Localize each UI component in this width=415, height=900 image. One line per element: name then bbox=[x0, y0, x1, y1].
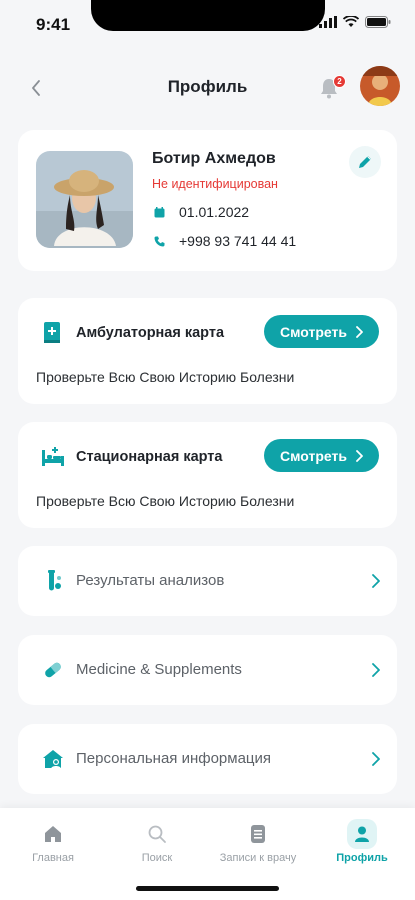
profile-photo-image bbox=[36, 151, 133, 248]
tab-profile[interactable]: Профиль bbox=[312, 819, 412, 864]
inpatient-card[interactable]: Стационарная карта Смотреть Проверьте Вс… bbox=[18, 422, 397, 528]
avatar[interactable] bbox=[360, 66, 400, 106]
user-home-icon bbox=[40, 746, 66, 772]
notification-badge: 2 bbox=[333, 75, 346, 88]
chevron-right-icon bbox=[369, 570, 383, 592]
view-button-label: Смотреть bbox=[280, 447, 347, 464]
home-indicator bbox=[136, 886, 279, 891]
active-tab-highlight bbox=[347, 819, 377, 849]
device-notch bbox=[91, 0, 325, 31]
clipboard-icon bbox=[251, 825, 265, 843]
phone-row: +998 93 741 44 41 bbox=[154, 233, 296, 249]
wifi-icon bbox=[343, 16, 359, 27]
lab-results-item[interactable]: Результаты анализов bbox=[18, 546, 397, 616]
battery-icon bbox=[365, 16, 391, 28]
tab-home[interactable]: Главная bbox=[3, 820, 103, 864]
profile-card: Ботир Ахмедов Не идентифицирован 01.01.2… bbox=[18, 130, 397, 271]
phone-number: +998 93 741 44 41 bbox=[179, 233, 297, 249]
tab-appointments[interactable]: Записи к врачу bbox=[208, 820, 308, 864]
phone-icon bbox=[154, 236, 165, 246]
birth-date-row: 01.01.2022 bbox=[154, 204, 249, 220]
medicine-supplements-item[interactable]: Medicine & Supplements bbox=[18, 635, 397, 705]
tab-label: Поиск bbox=[141, 852, 173, 864]
page-title: Профиль bbox=[167, 77, 248, 96]
birth-date: 01.01.2022 bbox=[179, 204, 250, 220]
chevron-right-icon bbox=[356, 449, 363, 462]
link-label: Результаты анализов bbox=[76, 572, 225, 589]
status-icons bbox=[319, 16, 391, 28]
search-icon bbox=[148, 825, 166, 843]
test-tube-icon bbox=[40, 568, 66, 594]
home-icon bbox=[45, 826, 61, 842]
pencil-icon bbox=[359, 156, 371, 168]
view-ambulatory-button[interactable]: Смотреть bbox=[264, 315, 379, 348]
status-time: 9:41 bbox=[36, 15, 71, 34]
profile-photo bbox=[36, 151, 133, 248]
document-book-icon bbox=[40, 320, 64, 346]
status-bar: 9:41 bbox=[0, 0, 415, 48]
card-title: Стационарная карта bbox=[76, 449, 223, 465]
personal-info-item[interactable]: Персональная информация bbox=[18, 724, 397, 794]
card-title: Амбулаторная карта bbox=[76, 325, 225, 341]
chevron-right-icon bbox=[356, 325, 363, 338]
edit-profile-button[interactable] bbox=[349, 146, 381, 178]
card-description: Проверьте Всю Свою Историю Болезни bbox=[36, 369, 295, 385]
notifications-button[interactable]: 2 bbox=[317, 75, 346, 102]
chevron-right-icon bbox=[369, 748, 383, 770]
link-label: Персональная информация bbox=[76, 750, 272, 767]
view-inpatient-button[interactable]: Смотреть bbox=[264, 439, 379, 472]
tab-label: Записи к врачу bbox=[219, 852, 297, 864]
pill-icon bbox=[40, 657, 66, 683]
chevron-right-icon bbox=[369, 659, 383, 681]
hospital-bed-icon bbox=[40, 444, 64, 470]
tab-label: Главная bbox=[32, 852, 74, 864]
view-button-label: Смотреть bbox=[280, 323, 347, 340]
avatar-image bbox=[360, 66, 400, 106]
profile-name: Ботир Ахмедов bbox=[152, 150, 276, 167]
identification-status: Не идентифицирован bbox=[152, 177, 278, 191]
ambulatory-card[interactable]: Амбулаторная карта Смотреть Проверьте Вс… bbox=[18, 298, 397, 404]
link-label: Medicine & Supplements bbox=[76, 661, 242, 678]
profile-icon bbox=[355, 826, 369, 842]
signal-icon bbox=[319, 16, 337, 28]
card-description: Проверьте Всю Свою Историю Болезни bbox=[36, 493, 295, 509]
page-header: Профиль 2 bbox=[0, 62, 415, 114]
tab-search[interactable]: Поиск bbox=[107, 820, 207, 864]
calendar-icon bbox=[154, 206, 165, 217]
tab-label: Профиль bbox=[336, 852, 388, 864]
